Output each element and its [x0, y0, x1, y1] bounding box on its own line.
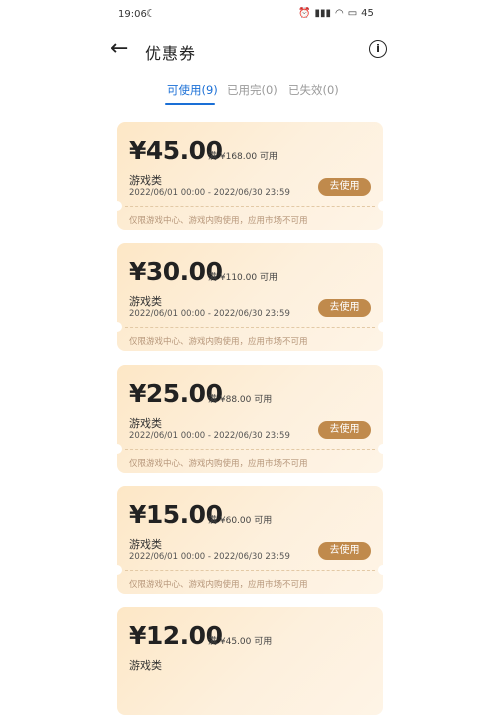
coupon-validity: 2022/06/01 00:00 - 2022/06/30 23:59: [129, 188, 290, 198]
coupon-category: 游戏类: [129, 538, 162, 551]
use-coupon-button[interactable]: 去使用: [318, 178, 371, 196]
status-time: 19:06: [118, 9, 147, 20]
coupon-card: ¥15.00 满 ¥60.00 可用 游戏类 2022/06/01 00:00 …: [117, 486, 383, 594]
status-bar: 19:06 ☾ ⏰ ▮▮▮ ◠ ▭ 45: [0, 0, 500, 30]
coupon-notch: [117, 201, 122, 211]
back-arrow-icon[interactable]: ←: [110, 38, 134, 62]
use-coupon-button[interactable]: 去使用: [318, 421, 371, 439]
battery-level: 45: [361, 8, 374, 19]
coupon-notch: [117, 565, 122, 575]
moon-icon: ☾: [146, 7, 156, 20]
signal-icon: ▮▮▮: [314, 8, 331, 19]
tab-expired[interactable]: 已失效(0): [288, 82, 339, 98]
status-icons: ⏰ ▮▮▮ ◠ ▭ 45: [298, 8, 374, 19]
coupon-divider: [125, 206, 375, 207]
coupon-validity: 2022/06/01 00:00 - 2022/06/30 23:59: [129, 552, 290, 562]
coupon-notch: [378, 201, 383, 211]
coupon-card: ¥30.00 满 ¥110.00 可用 游戏类 2022/06/01 00:00…: [117, 243, 383, 351]
coupon-condition: 满 ¥110.00 可用: [208, 273, 278, 283]
coupon-card: ¥45.00 满 ¥168.00 可用 游戏类 2022/06/01 00:00…: [117, 122, 383, 230]
coupon-notch: [378, 444, 383, 454]
use-coupon-button[interactable]: 去使用: [318, 542, 371, 560]
coupon-condition: 满 ¥60.00 可用: [208, 516, 273, 526]
coupon-category: 游戏类: [129, 295, 162, 308]
coupon-category: 游戏类: [129, 174, 162, 187]
coupon-category: 游戏类: [129, 659, 162, 672]
coupon-divider: [125, 327, 375, 328]
tab-used[interactable]: 已用完(0): [227, 82, 278, 98]
coupon-category: 游戏类: [129, 417, 162, 430]
battery-icon: ▭: [347, 8, 358, 19]
coupon-validity: 2022/06/01 00:00 - 2022/06/30 23:59: [129, 309, 290, 319]
tab-available[interactable]: 可使用(9): [167, 82, 218, 98]
coupon-notch: [117, 322, 122, 332]
coupon-notch: [378, 322, 383, 332]
use-coupon-button[interactable]: 去使用: [318, 299, 371, 317]
coupon-note: 仅限游戏中心、游戏内购使用，应用市场不可用: [129, 216, 308, 226]
coupon-note: 仅限游戏中心、游戏内购使用，应用市场不可用: [129, 337, 308, 347]
header: ← 优惠券 i: [0, 30, 500, 74]
coupon-validity: 2022/06/01 00:00 - 2022/06/30 23:59: [129, 431, 290, 441]
info-icon[interactable]: i: [369, 40, 387, 58]
coupon-note: 仅限游戏中心、游戏内购使用，应用市场不可用: [129, 580, 308, 590]
alarm-icon: ⏰: [298, 8, 311, 19]
tab-bar: 可使用(9) 已用完(0) 已失效(0): [0, 76, 500, 106]
coupon-condition: 满 ¥45.00 可用: [208, 637, 273, 647]
coupon-notch: [117, 444, 122, 454]
coupon-card: ¥12.00 满 ¥45.00 可用 游戏类: [117, 607, 383, 715]
coupon-notch: [378, 565, 383, 575]
coupon-condition: 满 ¥88.00 可用: [208, 395, 273, 405]
coupon-divider: [125, 449, 375, 450]
coupon-condition: 满 ¥168.00 可用: [208, 152, 278, 162]
coupon-divider: [125, 570, 375, 571]
page-title: 优惠券: [145, 44, 197, 63]
coupon-note: 仅限游戏中心、游戏内购使用，应用市场不可用: [129, 459, 308, 469]
tab-indicator: [165, 103, 215, 105]
coupon-card: ¥25.00 满 ¥88.00 可用 游戏类 2022/06/01 00:00 …: [117, 365, 383, 473]
wifi-icon: ◠: [334, 8, 344, 19]
